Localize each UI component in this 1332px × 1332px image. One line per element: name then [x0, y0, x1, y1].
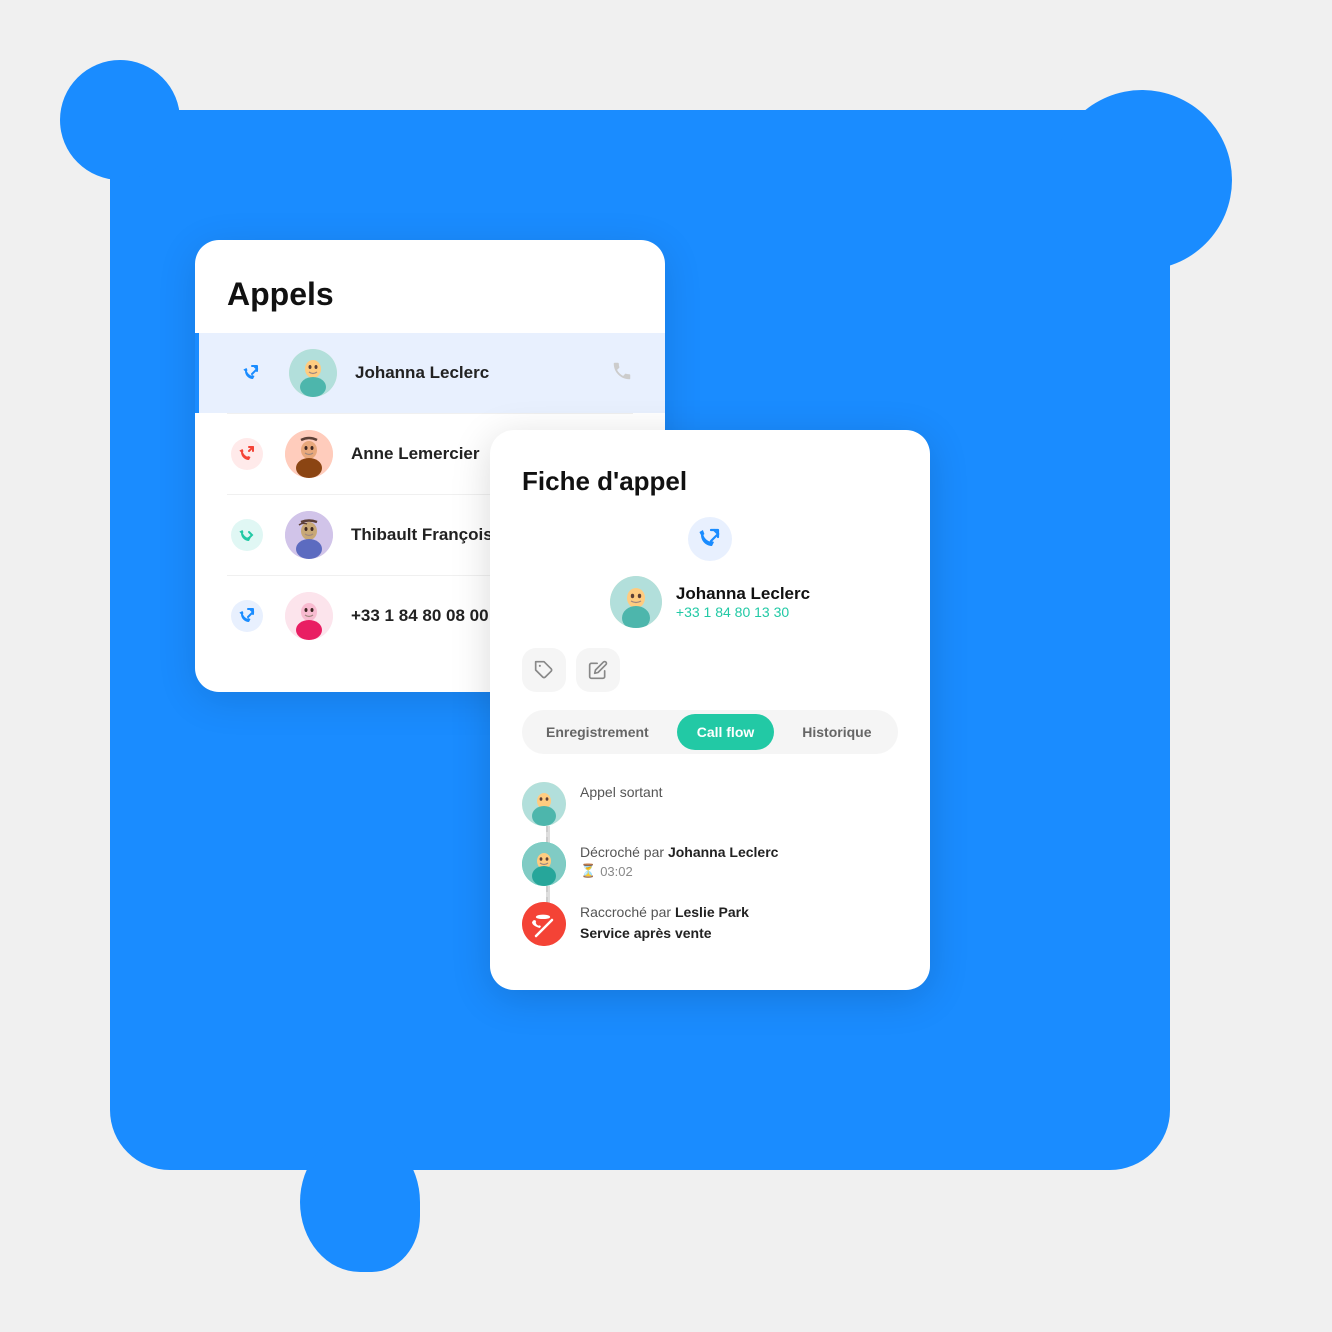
flow-avatar-outgoing — [522, 782, 566, 826]
flow-subtext-hangup: Service après vente — [580, 923, 749, 944]
avatar-unknown — [285, 592, 333, 640]
flow-text-hangup: Raccroché par Leslie Park — [580, 902, 749, 923]
flow-item-answered: Décroché par Johanna Leclerc ⏳ 03:02 — [522, 834, 898, 894]
tab-historique[interactable]: Historique — [782, 714, 891, 750]
flow-item-hangup: Raccroché par Leslie Park Service après … — [522, 894, 898, 954]
appels-title: Appels — [195, 276, 665, 313]
flow-text-answered: Décroché par Johanna Leclerc — [580, 842, 778, 863]
outgoing-call-icon-johanna — [231, 353, 271, 393]
fiche-call-type-icon — [688, 517, 732, 566]
call-name-johanna: Johanna Leclerc — [355, 363, 593, 383]
hourglass-icon: ⏳ — [580, 863, 596, 879]
edit-button[interactable] — [576, 648, 620, 692]
call-flow-list: Appel sortant Décroché par J — [522, 774, 898, 954]
flow-time-answered: ⏳ 03:02 — [580, 863, 778, 879]
tag-button[interactable] — [522, 648, 566, 692]
fiche-caller-details: Johanna Leclerc +33 1 84 80 13 30 — [676, 584, 810, 620]
flow-hangup-by: Leslie Park — [675, 904, 749, 920]
fiche-caller-name: Johanna Leclerc — [676, 584, 810, 604]
fiche-card: Fiche d'appel — [490, 430, 930, 990]
decorative-blob-bottom — [300, 1132, 420, 1272]
tab-bar: Enregistrement Call flow Historique — [522, 710, 898, 754]
fiche-title: Fiche d'appel — [522, 466, 898, 497]
flow-text-outgoing: Appel sortant — [580, 782, 663, 803]
fiche-caller-phone: +33 1 84 80 13 30 — [676, 604, 810, 620]
tab-call-flow[interactable]: Call flow — [677, 714, 775, 750]
avatar-anne — [285, 430, 333, 478]
decorative-blob-top-right — [1052, 90, 1232, 270]
tab-enregistrement[interactable]: Enregistrement — [526, 714, 669, 750]
flow-avatar-answered — [522, 842, 566, 886]
flow-text-hangup-container: Raccroché par Leslie Park Service après … — [580, 902, 749, 944]
avatar-johanna — [289, 349, 337, 397]
answered-call-icon-thibault — [227, 515, 267, 555]
missed-call-icon-anne — [227, 434, 267, 474]
decorative-circle-top-left — [60, 60, 180, 180]
call-phone-icon — [611, 360, 633, 387]
scene: Appels Jo — [0, 0, 1332, 1332]
call-item-johanna[interactable]: Johanna Leclerc — [195, 333, 665, 413]
fiche-avatar-johanna — [610, 576, 662, 628]
flow-text-answered-container: Décroché par Johanna Leclerc ⏳ 03:02 — [580, 842, 778, 879]
avatar-thibault — [285, 511, 333, 559]
flow-avatar-hangup — [522, 902, 566, 946]
fiche-caller-info: Johanna Leclerc +33 1 84 80 13 30 — [610, 576, 810, 628]
flow-answered-by: Johanna Leclerc — [668, 844, 779, 860]
fiche-caller-section: Johanna Leclerc +33 1 84 80 13 30 — [522, 517, 898, 628]
outgoing-call-icon-unknown — [227, 596, 267, 636]
fiche-actions — [522, 648, 898, 692]
flow-item-outgoing: Appel sortant — [522, 774, 898, 834]
